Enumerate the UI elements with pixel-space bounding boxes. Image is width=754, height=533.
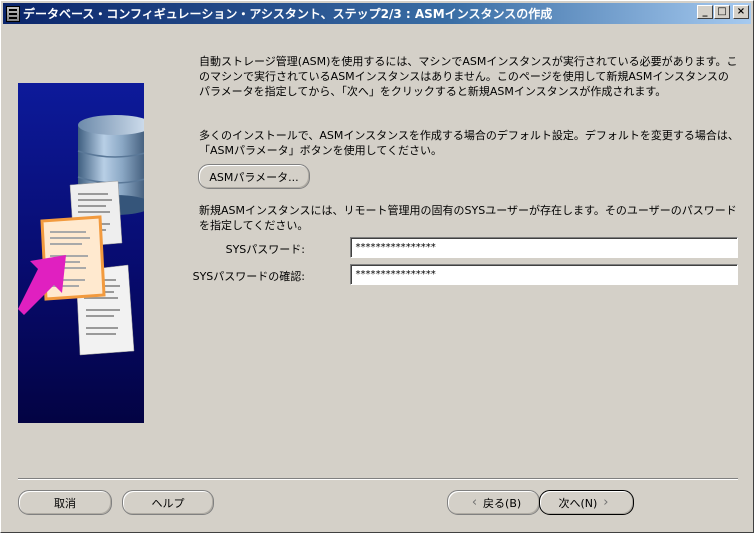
- title-bar[interactable]: データベース・コンフィギュレーション・アシスタント、ステップ2/3 : ASMイ…: [3, 3, 751, 24]
- next-button[interactable]: 次へ(N) ›: [539, 490, 634, 515]
- asm-parameters-button[interactable]: ASMパラメータ...: [198, 164, 310, 189]
- back-button[interactable]: ‹ 戻る(B): [447, 490, 540, 515]
- back-button-label: 戻る(B): [483, 496, 522, 510]
- cancel-button[interactable]: 取消: [18, 490, 112, 515]
- maximize-button[interactable]: □: [714, 5, 730, 19]
- next-arrow-icon: ›: [603, 495, 609, 510]
- close-button[interactable]: ×: [733, 5, 749, 19]
- default-settings-text: 多くのインストールで、ASMインスタンスを作成する場合のデフォルト設定。デフォル…: [199, 129, 739, 157]
- minimize-button[interactable]: _: [697, 5, 713, 19]
- footer-separator: [18, 478, 738, 480]
- next-button-label: 次へ(N): [558, 496, 598, 510]
- wizard-illustration: [18, 83, 144, 423]
- sys-password-label: SYSパスワード:: [225, 243, 305, 256]
- sys-password-confirm-label: SYSパスワードの確認:: [192, 270, 305, 283]
- sys-password-confirm-field[interactable]: ****************: [350, 264, 738, 285]
- sys-user-text: 新規ASMインスタンスには、リモート管理用の固有のSYSユーザーが存在します。そ…: [199, 204, 737, 232]
- sys-password-field[interactable]: ****************: [350, 237, 738, 258]
- database-documents-illustration: [18, 115, 144, 356]
- dbca-window: データベース・コンフィギュレーション・アシスタント、ステップ2/3 : ASMイ…: [0, 0, 754, 533]
- window-title: データベース・コンフィギュレーション・アシスタント、ステップ2/3 : ASMイ…: [23, 7, 553, 21]
- window-controls: _ □ ×: [696, 5, 749, 19]
- app-icon[interactable]: [6, 5, 20, 22]
- asm-intro-text: 自動ストレージ管理(ASM)を使用するには、マシンでASMインスタンスが実行され…: [199, 55, 738, 98]
- pointer-arrow-icon: [18, 255, 66, 315]
- back-arrow-icon: ‹: [471, 495, 478, 510]
- help-button[interactable]: ヘルプ: [122, 490, 214, 515]
